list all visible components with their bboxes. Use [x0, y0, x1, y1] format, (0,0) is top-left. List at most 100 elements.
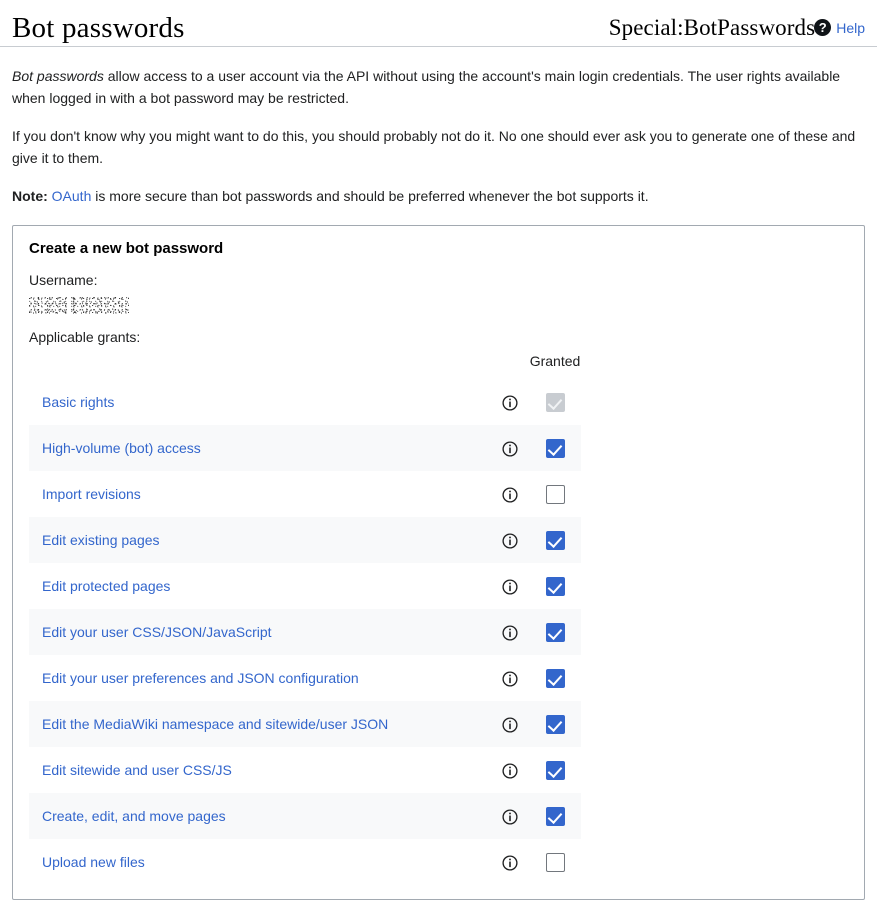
grant-checkbox[interactable] [545, 576, 565, 596]
grant-link[interactable]: Upload new files [29, 854, 145, 870]
grant-checkbox-cell [529, 563, 581, 609]
note-label: Note: [12, 187, 48, 204]
grants-table-header-row: Granted [29, 353, 581, 379]
grant-row: Upload new files [29, 839, 581, 885]
info-icon[interactable] [502, 809, 518, 825]
grants-table-wrapper: Granted Basic rights High-volume (bot) ac… [29, 353, 848, 885]
grant-checkbox-cell [529, 839, 581, 885]
grant-row: Import revisions [29, 471, 581, 517]
grant-name-cell: Upload new files [29, 839, 491, 885]
applicable-grants-label: Applicable grants: [29, 328, 141, 345]
page-header: Bot passwords Special:BotPasswords ? Hel… [0, 0, 877, 47]
grant-row: Create, edit, and move pages [29, 793, 581, 840]
grant-name-cell: Edit sitewide and user CSS/JS [29, 747, 491, 793]
grants-column-header-name [29, 353, 491, 379]
grant-checkbox-cell [529, 609, 581, 655]
grant-info-cell [491, 379, 529, 425]
grant-row: High-volume (bot) access [29, 425, 581, 472]
grant-row: Edit your user CSS/JSON/JavaScript [29, 609, 581, 656]
grant-checkbox-cell [529, 517, 581, 563]
grant-info-cell [491, 701, 529, 747]
info-icon[interactable] [502, 579, 518, 595]
grant-link[interactable]: Edit your user preferences and JSON conf… [29, 670, 359, 686]
grant-row: Edit sitewide and user CSS/JS [29, 747, 581, 793]
grant-checkbox[interactable] [545, 438, 565, 458]
grant-info-cell [491, 793, 529, 839]
grant-info-cell [491, 563, 529, 609]
grant-link[interactable]: Edit the MediaWiki namespace and sitewid… [29, 716, 388, 732]
info-icon[interactable] [502, 671, 518, 687]
grant-info-cell [491, 517, 529, 563]
grant-checkbox[interactable] [545, 852, 565, 872]
grant-checkbox[interactable] [545, 806, 565, 826]
username-value-redacted [29, 296, 129, 314]
info-icon[interactable] [502, 533, 518, 549]
grant-checkbox[interactable] [545, 668, 565, 688]
grant-link[interactable]: Create, edit, and move pages [29, 808, 226, 824]
grant-checkbox[interactable] [545, 760, 565, 780]
info-icon[interactable] [502, 855, 518, 871]
special-page-name: Special:BotPasswords [608, 15, 816, 40]
grant-row: Edit protected pages [29, 563, 581, 609]
grants-column-header-granted: Granted [529, 353, 581, 370]
info-icon[interactable] [502, 625, 518, 641]
grant-link[interactable]: High-volume (bot) access [29, 440, 201, 456]
grants-column-header-info [491, 353, 529, 379]
grant-checkbox [545, 392, 565, 412]
grant-checkbox-cell [529, 379, 581, 425]
grant-name-cell: Edit protected pages [29, 563, 491, 609]
grant-link[interactable]: Basic rights [29, 394, 114, 410]
info-icon[interactable] [502, 763, 518, 779]
grant-name-cell: Basic rights [29, 379, 491, 425]
grant-link[interactable]: Edit protected pages [29, 578, 170, 594]
grant-info-cell [491, 839, 529, 885]
intro-paragraph-3-rest: is more secure than bot passwords and sh… [91, 187, 649, 204]
grant-row: Basic rights [29, 379, 581, 425]
intro-paragraph-2: If you don't know why you might want to … [12, 127, 856, 167]
grant-checkbox[interactable] [545, 714, 565, 734]
oauth-link[interactable]: OAuth [52, 188, 92, 204]
grant-checkbox-cell [529, 793, 581, 839]
grant-name-cell: Create, edit, and move pages [29, 793, 491, 839]
grant-checkbox[interactable] [545, 622, 565, 642]
grant-name-cell: Edit your user preferences and JSON conf… [29, 655, 491, 701]
intro-paragraph-1-rest: allow access to a user account via the A… [12, 68, 841, 107]
grants-table-body: Basic rights High-volume (bot) access Impo… [29, 379, 581, 885]
header-right-group: Special:BotPasswords ? Help [609, 16, 865, 39]
help-link[interactable]: Help [836, 20, 865, 36]
grant-link[interactable]: Edit your user CSS/JSON/JavaScript [29, 624, 272, 640]
grant-row: Edit your user preferences and JSON conf… [29, 655, 581, 701]
info-icon[interactable] [502, 441, 518, 457]
fieldset-legend: Create a new bot password [29, 239, 224, 257]
info-icon[interactable] [502, 717, 518, 733]
grants-table-head: Granted [29, 353, 581, 379]
grant-name-cell: Edit the MediaWiki namespace and sitewid… [29, 701, 491, 747]
grant-info-cell [491, 471, 529, 517]
intro-paragraph-1: Bot passwords allow access to a user acc… [12, 65, 865, 110]
grant-name-cell: Edit your user CSS/JSON/JavaScript [29, 609, 491, 655]
grant-row: Edit the MediaWiki namespace and sitewid… [29, 701, 581, 748]
grant-checkbox-cell [529, 655, 581, 701]
info-icon[interactable] [502, 487, 518, 503]
grant-name-cell: Import revisions [29, 471, 491, 517]
grant-checkbox-cell [529, 471, 581, 517]
grants-table: Granted Basic rights High-volume (bot) ac… [29, 353, 581, 885]
grant-checkbox-cell [529, 425, 581, 471]
grant-name-cell: Edit existing pages [29, 517, 491, 563]
grant-checkbox-cell [529, 747, 581, 793]
username-label: Username: [29, 271, 98, 288]
grant-name-cell: High-volume (bot) access [29, 425, 491, 471]
create-bot-password-fieldset: Create a new bot password Username: Appl… [12, 224, 865, 900]
question-mark-icon[interactable]: ? [814, 19, 832, 36]
grant-row: Edit existing pages [29, 517, 581, 564]
intro-paragraph-3: Note: OAuth is more secure than bot pass… [12, 185, 865, 207]
grant-checkbox[interactable] [545, 530, 565, 550]
grant-info-cell [491, 425, 529, 471]
grant-link[interactable]: Import revisions [29, 486, 141, 502]
grant-checkbox[interactable] [545, 484, 565, 504]
grant-link[interactable]: Edit sitewide and user CSS/JS [29, 762, 232, 778]
grant-link[interactable]: Edit existing pages [29, 532, 160, 548]
grant-info-cell [491, 609, 529, 655]
info-icon[interactable] [502, 395, 518, 411]
grant-info-cell [491, 747, 529, 793]
